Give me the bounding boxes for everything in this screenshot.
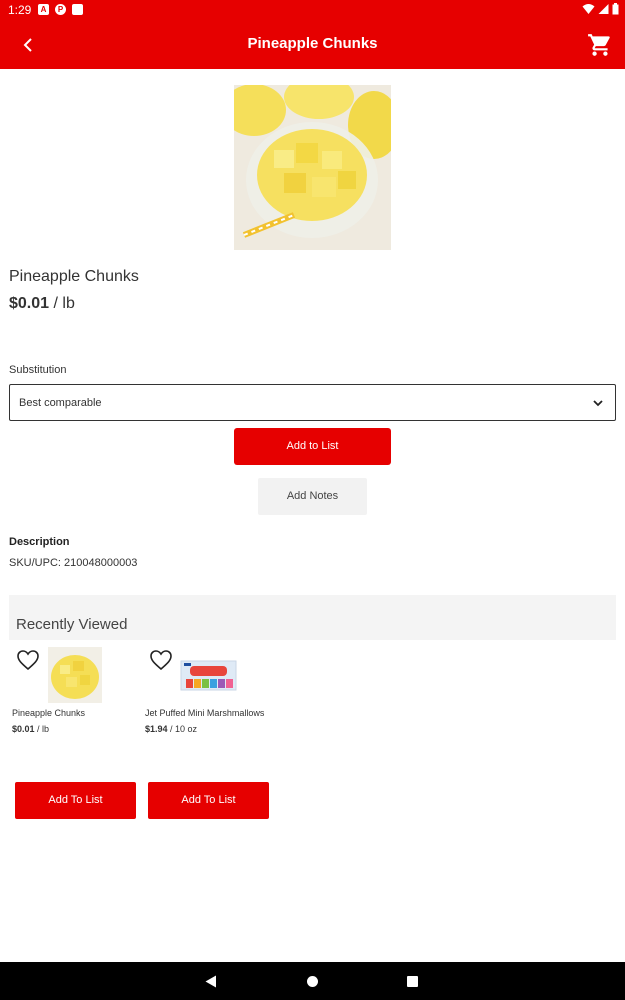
favorite-button[interactable] xyxy=(16,649,40,671)
heart-icon xyxy=(17,650,39,671)
recent-item-price-value: $0.01 xyxy=(12,724,35,734)
recent-item-price: $0.01 / lb xyxy=(12,724,49,734)
substitution-value: Best comparable xyxy=(19,397,102,409)
recent-item-price: $1.94 / 10 oz xyxy=(145,724,197,734)
recent-item-card[interactable]: Pineapple Chunks $0.01 / lb xyxy=(12,645,142,740)
page-title: Pineapple Chunks xyxy=(247,35,378,52)
recent-add-to-list-button[interactable]: Add To List xyxy=(15,782,136,819)
nav-recents-icon[interactable] xyxy=(407,976,418,987)
product-price: $0.01 / lb xyxy=(9,295,75,313)
recently-viewed-header: Recently Viewed xyxy=(9,595,616,640)
product-name: Pineapple Chunks xyxy=(9,268,139,285)
status-icons-right xyxy=(582,3,619,15)
add-to-list-button[interactable]: Add to List xyxy=(234,428,391,465)
recent-item-price-unit: / lb xyxy=(34,724,50,734)
status-time: 1:29 xyxy=(8,3,32,17)
recent-item-image xyxy=(180,660,237,691)
product-image xyxy=(234,85,391,250)
signal-icon xyxy=(598,4,609,14)
system-nav-bar xyxy=(0,962,625,1000)
recent-item-image xyxy=(48,647,102,703)
recently-viewed-title: Recently Viewed xyxy=(16,616,128,633)
substitution-label: Substitution xyxy=(9,364,67,376)
price-unit: / lb xyxy=(49,295,75,312)
battery-icon xyxy=(612,3,619,15)
notification-icon: P xyxy=(55,4,66,15)
recent-item-price-unit: / 10 oz xyxy=(167,724,198,734)
a-icon: A xyxy=(38,4,49,15)
status-icons-left: A P xyxy=(38,4,83,15)
pineapple-image xyxy=(234,85,391,250)
chevron-down-icon xyxy=(593,400,603,407)
nav-home-icon[interactable] xyxy=(307,976,318,987)
substitution-select[interactable]: Best comparable xyxy=(9,384,616,421)
sd-card-icon xyxy=(72,4,83,15)
heart-icon xyxy=(150,650,172,671)
description-sku: SKU/UPC: 210048000003 xyxy=(9,557,138,569)
app-bar: Pineapple Chunks xyxy=(0,20,625,69)
shopping-cart-icon xyxy=(588,34,610,56)
favorite-button[interactable] xyxy=(149,649,173,671)
recent-item-name: Jet Puffed Mini Marshmallows xyxy=(145,708,265,718)
add-notes-button[interactable]: Add Notes xyxy=(258,478,367,515)
price-value: $0.01 xyxy=(9,295,50,312)
recent-item-card[interactable]: Jet Puffed Mini Marshmallows $1.94 / 10 … xyxy=(145,645,275,740)
nav-back-icon[interactable] xyxy=(205,975,217,988)
recent-item-price-value: $1.94 xyxy=(145,724,168,734)
status-bar: 1:29 A P xyxy=(0,0,625,20)
wifi-icon xyxy=(582,4,595,14)
description-heading: Description xyxy=(9,536,70,548)
recent-item-name: Pineapple Chunks xyxy=(12,708,86,718)
recent-add-to-list-button[interactable]: Add To List xyxy=(148,782,269,819)
cart-button[interactable] xyxy=(587,32,613,58)
